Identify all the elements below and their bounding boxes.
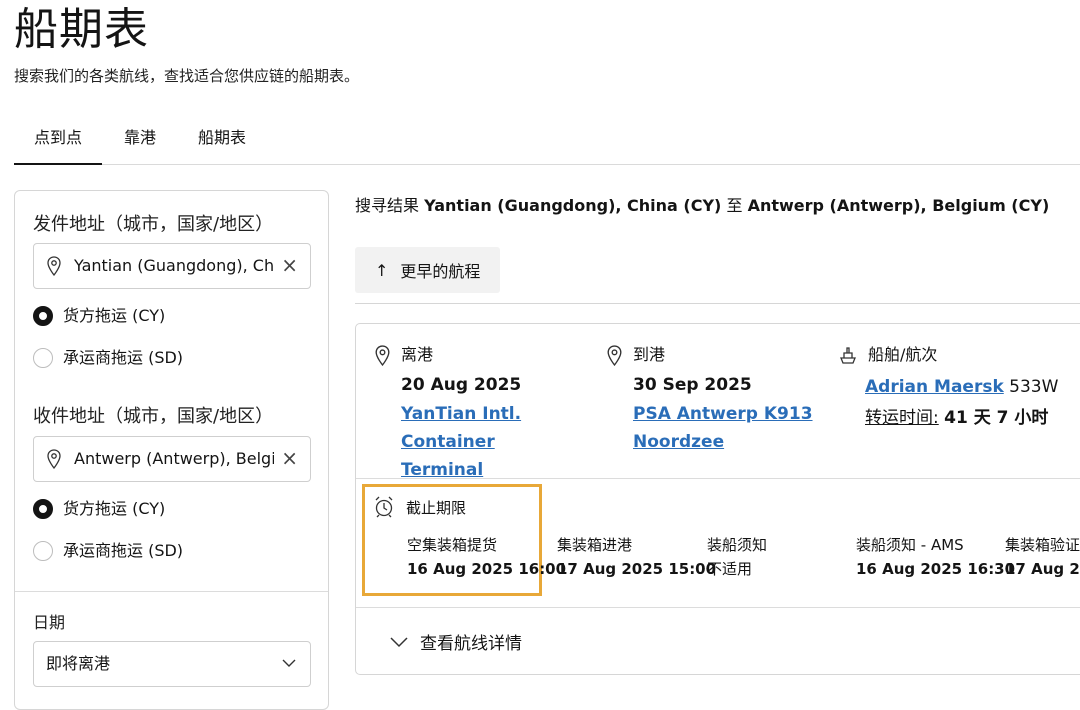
location-pin-icon	[47, 256, 61, 276]
divider	[355, 303, 1080, 304]
location-pin-icon	[47, 449, 61, 469]
destination-option-cy[interactable]: 货方拖运 (CY)	[33, 498, 165, 520]
earlier-voyages-label: 更早的航程	[400, 262, 481, 281]
alarm-clock-icon	[375, 496, 393, 518]
tab-vessel-schedule[interactable]: 船期表	[198, 126, 246, 150]
departure-label: 离港	[401, 345, 434, 364]
cutoff-item-name: 装船须知	[707, 536, 768, 554]
origin-option-cy[interactable]: 货方拖运 (CY)	[33, 305, 165, 327]
origin-option-cy-label: 货方拖运 (CY)	[63, 306, 166, 325]
vessel-name-link[interactable]: Adrian Maersk	[865, 377, 1004, 397]
arrival-column: 到港 30 Sep 2025 PSA Antwerp K913 Noordzee	[606, 344, 833, 456]
cutoff-item-value: 不适用	[707, 560, 753, 578]
clear-destination-icon[interactable]: ×	[281, 446, 298, 470]
radio-unselected-icon[interactable]	[33, 541, 53, 561]
cutoff-item: 空集装箱提货 16 Aug 2025 16:00	[407, 534, 566, 580]
cutoff-item-name: 装船须知 - AMS	[856, 536, 964, 554]
chevron-down-icon	[282, 659, 296, 667]
page-subtitle: 搜索我们的各类航线，查找适合您供应链的船期表。	[14, 67, 360, 85]
cutoff-item: 装船须知 - AMS 16 Aug 2025 16:30	[856, 534, 1015, 580]
origin-field[interactable]: Yantian (Guangdong), China ×	[33, 243, 311, 289]
ship-icon	[840, 347, 856, 364]
date-label: 日期	[33, 613, 66, 632]
earlier-voyages-button[interactable]: ↑ 更早的航程	[355, 247, 500, 293]
arrival-date: 30 Sep 2025	[633, 375, 752, 395]
clear-origin-icon[interactable]: ×	[281, 253, 298, 277]
transit-time-value: 41 天 7 小时	[944, 408, 1049, 428]
search-form-panel: 发件地址（城市，国家/地区） Yantian (Guangdong), Chin…	[14, 190, 329, 710]
cutoff-item-name: 空集装箱提货	[407, 536, 498, 554]
arrival-terminal-link-line2[interactable]: Noordzee	[633, 428, 833, 456]
cutoff-item-value: 16 Aug 2025 16:30	[856, 560, 1016, 578]
destination-option-sd-label: 承运商拖运 (SD)	[63, 541, 184, 560]
location-pin-icon	[375, 344, 390, 366]
arrival-label: 到港	[633, 345, 666, 364]
cutoff-item-name: 集装箱进港	[557, 536, 633, 554]
results-connector: 至	[726, 196, 743, 215]
destination-field[interactable]: Antwerp (Antwerp), Belgium ×	[33, 436, 311, 482]
cutoff-item-value: 17 Aug 2025	[1005, 560, 1080, 578]
arrow-up-icon: ↑	[375, 260, 389, 280]
results-prefix: 搜寻结果	[355, 196, 420, 215]
departure-column: 离港 20 Aug 2025 YanTian Intl. Container T…	[374, 344, 601, 484]
results-origin: Yantian (Guangdong), China (CY)	[424, 196, 722, 215]
origin-input[interactable]: Yantian (Guangdong), China	[74, 255, 274, 277]
transit-time-label[interactable]: 转运时间:	[865, 408, 939, 428]
tab-point-to-point[interactable]: 点到点	[13, 126, 103, 165]
destination-option-sd[interactable]: 承运商拖运 (SD)	[33, 540, 183, 562]
cutoff-header: 截止期限	[374, 496, 466, 518]
departure-date: 20 Aug 2025	[401, 375, 522, 395]
results-destination: Antwerp (Antwerp), Belgium (CY)	[747, 196, 1050, 215]
tab-port-calls[interactable]: 靠港	[124, 126, 156, 150]
cutoff-item-value: 16 Aug 2025 16:00	[407, 560, 567, 578]
voyage-card: 离港 20 Aug 2025 YanTian Intl. Container T…	[355, 323, 1080, 675]
page-title: 船期表	[14, 4, 149, 55]
divider	[356, 607, 1080, 608]
radio-unselected-icon[interactable]	[33, 348, 53, 368]
cutoff-label: 截止期限	[406, 498, 467, 517]
departure-terminal-link-line2[interactable]: Terminal	[401, 456, 601, 484]
cutoff-item: 集装箱进港 17 Aug 2025 15:00	[557, 534, 716, 580]
route-details-toggle[interactable]: 查看航线详情	[390, 629, 522, 654]
route-details-label: 查看航线详情	[420, 634, 522, 654]
cutoff-item: 装船须知 不适用	[707, 534, 767, 580]
destination-option-cy-label: 货方拖运 (CY)	[63, 499, 166, 518]
arrival-terminal-link[interactable]: PSA Antwerp K913	[633, 400, 833, 428]
departure-terminal-link[interactable]: YanTian Intl. Container	[401, 400, 601, 456]
divider	[356, 478, 1080, 479]
cutoff-item: 集装箱验证 17 Aug 2025	[1005, 534, 1080, 580]
radio-selected-icon[interactable]	[33, 306, 53, 326]
cutoff-item-value: 17 Aug 2025 15:00	[557, 560, 717, 578]
date-select-value: 即将离港	[46, 654, 111, 673]
date-select[interactable]: 即将离港	[33, 641, 311, 687]
origin-option-sd-label: 承运商拖运 (SD)	[63, 348, 184, 367]
origin-option-sd[interactable]: 承运商拖运 (SD)	[33, 347, 183, 369]
cutoff-item-name: 集装箱验证	[1005, 536, 1080, 554]
divider	[15, 591, 328, 592]
vessel-label: 船舶/航次	[868, 345, 938, 364]
location-pin-icon	[607, 344, 622, 366]
destination-label: 收件地址（城市，国家/地区）	[33, 406, 274, 427]
voyage-number: 533W	[1009, 377, 1059, 397]
chevron-down-icon	[390, 636, 408, 647]
radio-selected-icon[interactable]	[33, 499, 53, 519]
results-heading: 搜寻结果 Yantian (Guangdong), China (CY) 至 A…	[355, 194, 1049, 218]
origin-label: 发件地址（城市，国家/地区）	[33, 214, 274, 235]
tab-bar: 点到点 靠港 船期表	[13, 118, 1080, 165]
vessel-column: 船舶/航次 Adrian Maersk 533W 转运时间: 41 天 7 小时	[838, 344, 1058, 430]
destination-input[interactable]: Antwerp (Antwerp), Belgium	[74, 448, 274, 470]
